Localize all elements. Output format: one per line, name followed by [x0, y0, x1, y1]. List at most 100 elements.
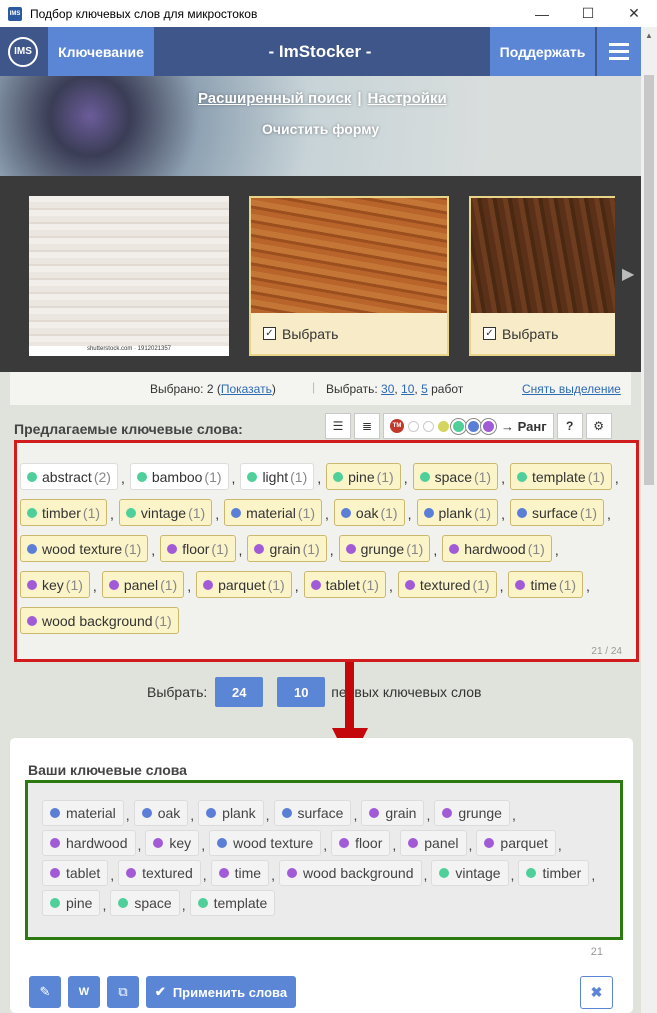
rank-sort-button[interactable]: → Ранг	[498, 419, 547, 434]
suggested-keyword-chip[interactable]: hardwood (1)	[442, 535, 552, 562]
comma-separator: ,	[137, 837, 142, 853]
trademark-filter-icon[interactable]: TM	[390, 419, 404, 433]
your-keyword-chip[interactable]: panel	[400, 830, 467, 856]
keyword-color-dot	[339, 838, 350, 848]
your-keyword-chip[interactable]: plank	[198, 800, 264, 826]
clear-form-link[interactable]: Очистить форму	[262, 121, 379, 137]
image-thumb-2[interactable]: ✓ Выбрать	[249, 196, 449, 356]
suggested-keyword-chip[interactable]: plank (1)	[416, 499, 499, 526]
suggested-keyword-chip[interactable]: abstract (2)	[20, 463, 118, 490]
white-filter-dot[interactable]	[408, 420, 419, 432]
suggested-keyword-chip[interactable]: template (1)	[510, 463, 612, 490]
compact-view-icon[interactable]: ☰	[325, 413, 351, 439]
your-keyword-chip[interactable]: space	[110, 890, 180, 916]
pick-label: Выбрать	[502, 325, 559, 342]
suggested-keyword-chip[interactable]: parquet (1)	[196, 571, 292, 598]
suggested-keyword-chip[interactable]: vintage (1)	[118, 499, 213, 526]
suggested-keyword-chip[interactable]: grunge (1)	[338, 535, 431, 562]
select-5-link[interactable]: 5	[421, 382, 428, 396]
suggested-keyword-chip[interactable]: time (1)	[508, 571, 584, 598]
checkbox-checked-icon[interactable]: ✓	[483, 327, 496, 340]
your-keyword-chip[interactable]: textured	[118, 860, 201, 886]
select-10-link[interactable]: 10	[401, 382, 414, 396]
your-keyword-chip[interactable]: oak	[133, 800, 189, 826]
keyword-count: (1)	[587, 468, 605, 485]
your-keyword-chip[interactable]: parquet	[476, 830, 556, 856]
your-keyword-chip[interactable]: template	[189, 890, 276, 916]
advanced-search-link[interactable]: Расширенный поиск	[198, 90, 351, 107]
your-keyword-chip[interactable]: hardwood	[42, 830, 136, 856]
keyword-text: key	[42, 576, 64, 593]
purple-filter-dot[interactable]	[483, 420, 494, 432]
nav-keywording-button[interactable]: Ключевание	[48, 27, 154, 76]
suggested-keyword-chip[interactable]: light (1)	[240, 463, 315, 490]
keyword-text: floor	[355, 835, 383, 851]
suggested-keyword-chip[interactable]: textured (1)	[397, 571, 497, 598]
minimize-button[interactable]: —	[519, 0, 565, 27]
help-button[interactable]: ?	[556, 413, 583, 439]
suggested-keyword-chip[interactable]: oak (1)	[333, 499, 405, 526]
suggested-keyword-chip[interactable]: pine (1)	[326, 463, 401, 490]
your-keyword-chip[interactable]: wood texture	[209, 830, 322, 856]
nav-support-button[interactable]: Поддержать	[490, 27, 595, 76]
apply-keywords-button[interactable]: ✔ Применить слова	[146, 976, 296, 1008]
blue-filter-dot[interactable]	[468, 420, 479, 432]
your-keyword-chip[interactable]: tablet	[42, 860, 109, 886]
suggested-keyword-chip[interactable]: bamboo (1)	[129, 463, 229, 490]
suggested-keyword-chip[interactable]: key (1)	[20, 571, 90, 598]
suggested-keyword-chip[interactable]: timber (1)	[20, 499, 108, 526]
image-carousel: shutterstock.com · 1912021357 ✓ Выбрать …	[0, 176, 641, 372]
white-filter-dot[interactable]	[423, 420, 434, 432]
comma-separator: ,	[392, 837, 397, 853]
your-keyword-chip[interactable]: timber	[518, 860, 590, 886]
suggested-keyword-chip[interactable]: floor (1)	[160, 535, 236, 562]
suggested-keyword-chip[interactable]: space (1)	[412, 463, 499, 490]
carousel-next-icon[interactable]: ▶	[622, 264, 634, 284]
your-keyword-chip[interactable]: vintage	[431, 860, 509, 886]
suggested-keyword-chip[interactable]: wood background (1)	[20, 607, 179, 634]
your-keyword-chip[interactable]: key	[145, 830, 200, 856]
ims-logo[interactable]: IMS	[8, 36, 38, 67]
your-keyword-chip[interactable]: surface	[273, 800, 352, 826]
image-thumb-1[interactable]: shutterstock.com · 1912021357	[29, 196, 229, 356]
settings-gear-icon[interactable]: ⚙	[585, 413, 612, 439]
green-filter-dot[interactable]	[453, 420, 464, 432]
your-keyword-chip[interactable]: grunge	[434, 800, 510, 826]
settings-link[interactable]: Настройки	[368, 90, 447, 107]
choose-10-button[interactable]: 10	[277, 677, 326, 707]
show-selected-link[interactable]: Показать	[221, 382, 272, 396]
your-keyword-chip[interactable]: material	[42, 800, 124, 826]
scroll-thumb[interactable]	[644, 75, 654, 485]
comma-separator: ,	[403, 470, 408, 486]
your-keyword-chip[interactable]: wood background	[278, 860, 422, 886]
yellow-filter-dot[interactable]	[438, 420, 449, 432]
close-icon[interactable]: ✖	[580, 976, 613, 1009]
select-30-link[interactable]: 30	[381, 382, 394, 396]
clear-selection-link[interactable]: Снять выделение	[522, 382, 621, 396]
hamburger-menu-icon[interactable]	[597, 27, 641, 76]
suggested-keyword-chip[interactable]: grain (1)	[247, 535, 327, 562]
image-pick-checkbox[interactable]: ✓ Выбрать	[471, 313, 615, 354]
word-export-icon[interactable]: W	[68, 976, 100, 1008]
edit-pencil-icon[interactable]: ✎	[29, 976, 61, 1008]
your-keyword-chip[interactable]: grain	[361, 800, 425, 826]
your-keyword-chip[interactable]: floor	[331, 830, 391, 856]
choose-24-button[interactable]: 24	[215, 677, 264, 707]
your-keyword-chip[interactable]: pine	[42, 890, 101, 916]
close-window-button[interactable]: ✕	[611, 0, 657, 27]
scroll-up-icon[interactable]: ▲	[641, 27, 657, 43]
image-pick-checkbox[interactable]: ✓ Выбрать	[251, 313, 447, 354]
image-thumb-3[interactable]: ✓ Выбрать	[469, 196, 615, 356]
suggested-keyword-chip[interactable]: panel (1)	[101, 571, 185, 598]
suggested-keyword-chip[interactable]: wood texture (1)	[20, 535, 149, 562]
maximize-button[interactable]: ☐	[565, 0, 611, 27]
checkbox-checked-icon[interactable]: ✓	[263, 327, 276, 340]
list-view-icon[interactable]: ≣	[354, 413, 380, 439]
keyword-color-dot	[442, 808, 453, 818]
suggested-keyword-chip[interactable]: surface (1)	[509, 499, 605, 526]
suggested-keyword-chip[interactable]: tablet (1)	[303, 571, 386, 598]
copy-icon[interactable]: ⧉	[107, 976, 139, 1008]
vertical-scrollbar[interactable]: ▲	[641, 27, 657, 1013]
suggested-keyword-chip[interactable]: material (1)	[224, 499, 323, 526]
your-keyword-chip[interactable]: time	[210, 860, 270, 886]
